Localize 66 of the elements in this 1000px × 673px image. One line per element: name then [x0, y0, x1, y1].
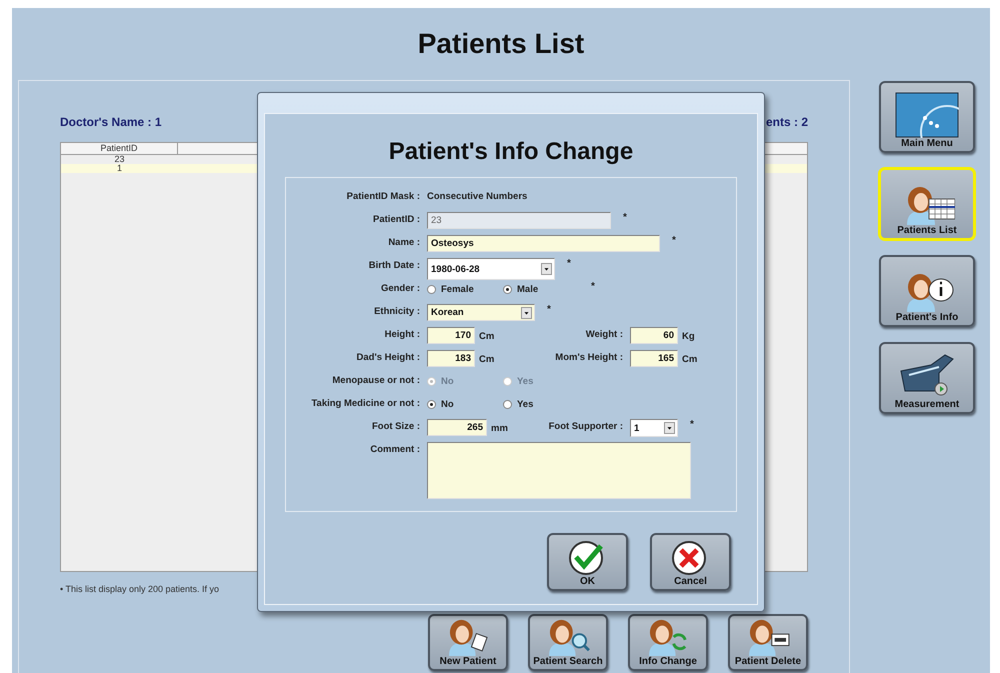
patients-count-label: ents : 2 [766, 115, 808, 129]
table-cell-text: 1 [116, 164, 123, 173]
field-label: Weight : [584, 328, 624, 342]
radio-label: Yes [517, 398, 534, 410]
field-label: Mom's Height : [554, 351, 624, 365]
radio-label: Male [517, 284, 538, 294]
radio-button[interactable] [503, 284, 512, 294]
dropdown[interactable]: 1 [630, 419, 678, 437]
comment-field[interactable] [427, 442, 691, 499]
field-label: Ethnicity : [373, 305, 421, 319]
nav-button[interactable]: Patients List [879, 168, 975, 240]
number-field[interactable]: 170 [427, 327, 475, 344]
field-label: PatientID : [372, 213, 421, 227]
page-title: Patients List [418, 28, 584, 60]
radio-label: Female [441, 284, 474, 294]
required-mark: * [623, 212, 627, 224]
required-mark: * [690, 419, 694, 431]
field-label: Menopause or not : [331, 374, 421, 388]
field-label: Taking Medicine or not : [310, 397, 421, 411]
text-field[interactable]: Osteosys [427, 235, 660, 252]
unit-label: Cm [682, 353, 698, 367]
field-label: Gender : [380, 282, 421, 296]
footnote-text: • This list display only 200 patients. If yo [60, 584, 220, 594]
required-mark: * [591, 281, 595, 293]
number-field[interactable]: 265 [427, 419, 487, 436]
field-label: Foot Size : [370, 420, 421, 434]
patient-action-button[interactable]: Patient Search [528, 614, 608, 671]
dropdown[interactable]: 1980-06-28 [427, 258, 555, 280]
required-mark: * [672, 235, 676, 247]
dialog-button[interactable]: Cancel [650, 533, 731, 591]
dialog-title: Patient's Info Change [388, 138, 634, 166]
patient-action-button[interactable]: Patient Delete [728, 614, 808, 671]
doctor-name-label: Doctor's Name : 1 [60, 115, 162, 129]
table-cell-text: 23 [113, 155, 126, 164]
radio-label: No [441, 398, 454, 410]
field-label: Birth Date : [368, 259, 421, 273]
unit-label: Kg [682, 330, 695, 344]
radio-label: Yes [517, 376, 534, 386]
field-label: PatientID Mask : [346, 190, 421, 204]
radio-label: No [441, 376, 454, 386]
patient-action-button[interactable]: Info Change [628, 614, 708, 671]
number-field[interactable]: 183 [427, 350, 475, 367]
number-field[interactable]: 165 [630, 350, 678, 367]
field-label: Comment : [369, 443, 421, 457]
number-field[interactable]: 60 [630, 327, 678, 344]
required-mark: * [567, 258, 571, 270]
field-label: Name : [387, 236, 421, 250]
nav-button[interactable]: Patient's Info [879, 255, 975, 327]
radio-button[interactable] [427, 284, 436, 294]
unit-label: mm [491, 422, 508, 436]
patient-action-button[interactable]: New Patient [428, 614, 508, 671]
radio-button[interactable] [427, 400, 436, 408]
unit-label: Cm [479, 353, 494, 367]
dialog-button[interactable]: OK [547, 533, 628, 591]
nav-button[interactable]: Measurement [879, 342, 975, 414]
field-value: Consecutive Numbers [427, 190, 528, 204]
screen-thumbnail-icon [895, 92, 959, 138]
field-label: Dad's Height : [356, 351, 421, 365]
column-header[interactable]: PatientID [61, 143, 178, 154]
required-mark: * [547, 304, 551, 316]
unit-label: Cm [479, 330, 494, 344]
dropdown[interactable]: Korean [427, 304, 535, 321]
nav-button[interactable]: Main Menu [879, 81, 975, 153]
radio-button[interactable] [503, 400, 512, 408]
field-label: Height : [384, 328, 421, 342]
field-label: Foot Supporter : [548, 420, 624, 434]
